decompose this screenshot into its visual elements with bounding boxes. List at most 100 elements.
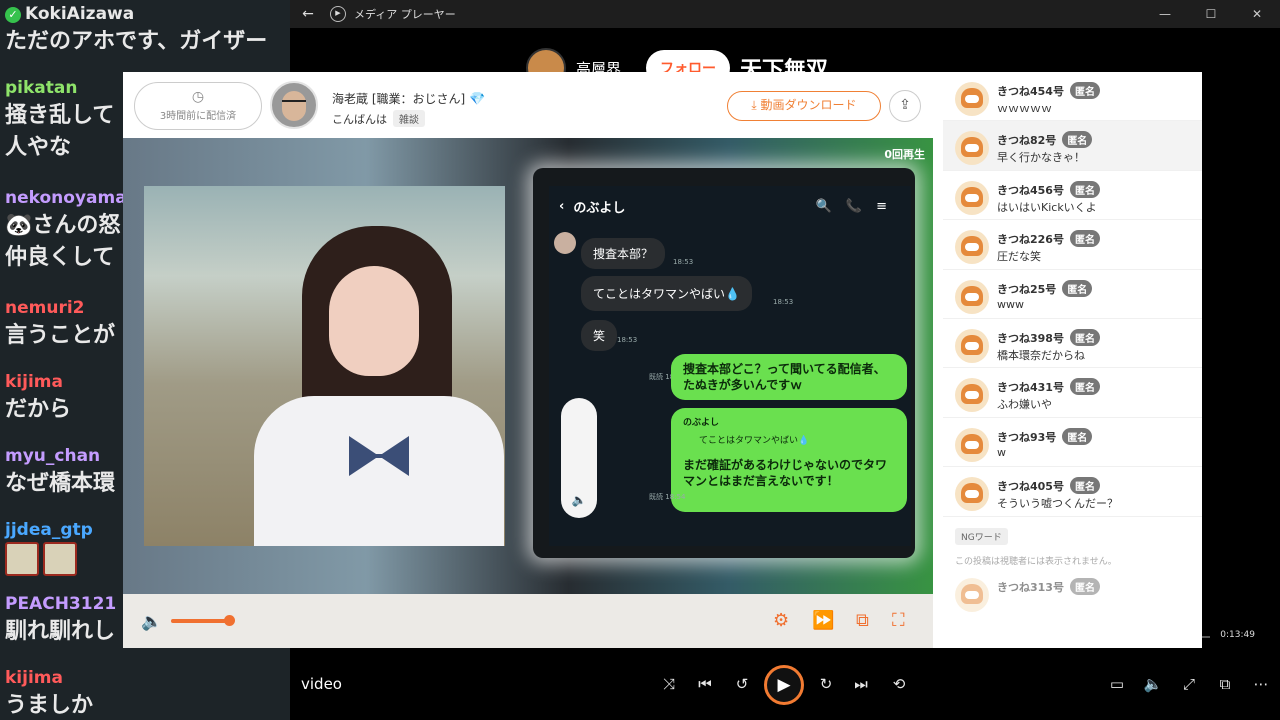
volume-slider[interactable] [171, 619, 229, 623]
share-button[interactable]: ⇪ [889, 90, 921, 122]
more-options-icon[interactable]: ⋯ [1249, 675, 1273, 693]
player-controls: video ⤨ ⏮ ↺ ▶ ↻ ⏭ ⟲ ▭ 🔈 ⤢ ⧉ ⋯ [290, 655, 1280, 720]
close-button[interactable]: ✕ [1234, 7, 1280, 21]
anonymous-badge: 匿名 [1062, 279, 1093, 297]
comment-text: w [997, 445, 1006, 459]
phone-screenshot: ‹ のぶよし 🔍📞≡ 捜査本部？ 18:53 てことはタワマンやばい💧 18:5… [533, 168, 915, 558]
panda-emote-icon: 🐼 [5, 213, 33, 238]
download-icon: ⤓ [751, 98, 761, 112]
avatar [955, 378, 989, 413]
stream-subtitle: こんばんは 雑談 [332, 110, 425, 127]
anonymous-badge: 匿名 [1069, 230, 1100, 248]
comment-author: きつね25号 [997, 282, 1057, 296]
volume-icon[interactable]: 🔈 [141, 612, 162, 632]
anonymous-badge: 匿名 [1069, 578, 1100, 595]
comment-item: きつね82号 匿名 早く行かなきゃ！ [943, 121, 1202, 171]
diamond-badge-icon: 💎 [469, 92, 486, 107]
chat-action-icons: 🔍📞≡ [815, 198, 901, 214]
comment-author: きつね454号 [997, 85, 1064, 98]
avatar [955, 230, 989, 265]
comment-text: www [997, 297, 1024, 311]
comments-panel: きつね454号 匿名 ｗｗｗｗｗ きつね82号 匿名 早く行かなきゃ！ きつね456号 匿名は… [943, 72, 1202, 648]
comment-item: きつね456号 匿名 はいはいKickいくよ [943, 171, 1202, 221]
comment-author: きつね398号 [997, 331, 1064, 345]
category-tag[interactable]: 雑談 [393, 110, 425, 127]
view-count: 0回再生 [884, 148, 925, 161]
avatar [955, 180, 989, 215]
avatar [955, 131, 989, 166]
window-title: メディア プレーヤー [354, 8, 456, 21]
shuffle-icon[interactable]: ⤨ [657, 675, 681, 693]
outgoing-reply-bubble: のぶよし てことはタワマンやばい💧 まだ確証があるわけじゃないのでタワ マンとは… [671, 408, 907, 512]
comment-text: 橋本環奈だからね [997, 348, 1085, 362]
comment-text: そういう嘘つくんだー？ [997, 497, 1118, 511]
fullscreen-icon[interactable]: ⛶ [892, 610, 905, 631]
clock-icon: ◷ [191, 89, 205, 105]
message-time: 18:53 [673, 258, 694, 266]
fast-forward-icon[interactable]: ⏩ [812, 610, 834, 631]
anonymous-badge: 匿名 [1069, 378, 1100, 396]
archive-header: ◷ 3時間前に配信済 海老蔵 [職業：おじさん] 💎 こんばんは 雑談 ⤓ 動画ダウ… [123, 72, 933, 138]
incoming-bubble: 捜査本部？ [581, 238, 666, 269]
comment-author: きつね93号 [997, 430, 1057, 444]
streamer-avatar[interactable] [270, 81, 318, 129]
history-button[interactable]: ◷ 3時間前に配信済 [134, 82, 262, 130]
comment-author: きつね405号 [997, 480, 1064, 494]
emote-icon [5, 542, 39, 576]
subtitles-icon[interactable]: ▭ [1105, 675, 1129, 693]
comment-item: きつね25号 匿名 www [943, 270, 1202, 319]
back-arrow-icon[interactable]: ← [290, 6, 326, 22]
download-button[interactable]: ⤓ 動画ダウンロード [727, 91, 881, 121]
minimize-button[interactable]: — [1142, 7, 1188, 21]
comment-item: きつね313号 匿名 [943, 568, 1202, 617]
message-time: 既読 18:54 [649, 493, 686, 501]
mini-view-icon[interactable]: ⧉ [1213, 675, 1237, 693]
avatar [554, 232, 576, 254]
play-button[interactable]: ▶ [764, 665, 804, 705]
forward-30-icon[interactable]: ↻ [814, 675, 838, 693]
comment-text: 圧だな笑 [997, 250, 1041, 264]
back-chevron-icon: ‹ [559, 198, 574, 214]
comment-item: きつね398号 匿名 橋本環奈だからね [943, 319, 1202, 369]
avatar [955, 82, 989, 116]
maximize-button[interactable]: ☐ [1188, 7, 1234, 21]
contact-name: のぶよし [573, 200, 626, 216]
speaker-icon: 🔈 [571, 493, 587, 507]
archive-video-controls: 🔈 ⚙ ⏩ ⧉ ⛶ [123, 594, 933, 648]
comment-author: きつね456号 [997, 183, 1064, 197]
rewind-10-icon[interactable]: ↺ [730, 675, 754, 693]
anonymous-badge: 匿名 [1062, 427, 1093, 445]
incoming-bubble: てことはタワマンやばい💧 [581, 276, 752, 311]
ng-word-tag: NGワード [955, 528, 1008, 545]
playback-time: 0:13:49 [1220, 630, 1255, 640]
schoolgirl-photo [144, 186, 505, 546]
anonymous-badge: 匿名 [1069, 477, 1100, 495]
share-icon: ⇪ [899, 97, 911, 113]
comment-item: きつね226号 匿名圧だな笑 [943, 220, 1202, 270]
comment-author: きつね431号 [997, 381, 1064, 395]
repeat-icon[interactable]: ⟲ [887, 675, 911, 693]
comment-author: きつね226号 [997, 233, 1064, 247]
media-player-app-icon: ▶ [330, 6, 346, 22]
video-frame[interactable]: 0回再生 ‹ のぶよし 🔍📞≡ 捜査本部？ 18:53 てことはタワマンやばい💧… [123, 138, 933, 594]
comment-text: 早く行かなきゃ！ [997, 151, 1085, 165]
chat-text: ただのアホです、ガイザー [5, 29, 268, 54]
chat-topbar: ‹ のぶよし 🔍📞≡ [549, 186, 911, 226]
volume-slider-handle[interactable] [224, 615, 235, 626]
volume-icon[interactable]: 🔈 [1141, 675, 1165, 693]
picture-in-picture-icon[interactable]: ⧉ [856, 610, 869, 631]
previous-icon[interactable]: ⏮ [693, 675, 717, 693]
chat-message: kijima うましか [0, 664, 290, 720]
quoted-text: てことはタワマンやばい💧 [699, 436, 810, 446]
next-icon[interactable]: ⏭ [849, 675, 873, 693]
window-controls: — ☐ ✕ [1142, 7, 1280, 21]
chat-username: ✓ KokiAizawa [5, 2, 290, 26]
streamer-name: 海老蔵 [職業：おじさん] 💎 [332, 92, 486, 107]
comment-item: きつね431号 匿名 ふわ嫌いや [943, 368, 1202, 418]
quality-settings-icon[interactable]: ⚙ [773, 610, 789, 631]
avatar [955, 477, 989, 512]
verified-icon: ✓ [5, 7, 21, 23]
avatar [955, 578, 989, 612]
fullscreen-icon[interactable]: ⤢ [1177, 675, 1201, 693]
avatar [955, 427, 989, 462]
